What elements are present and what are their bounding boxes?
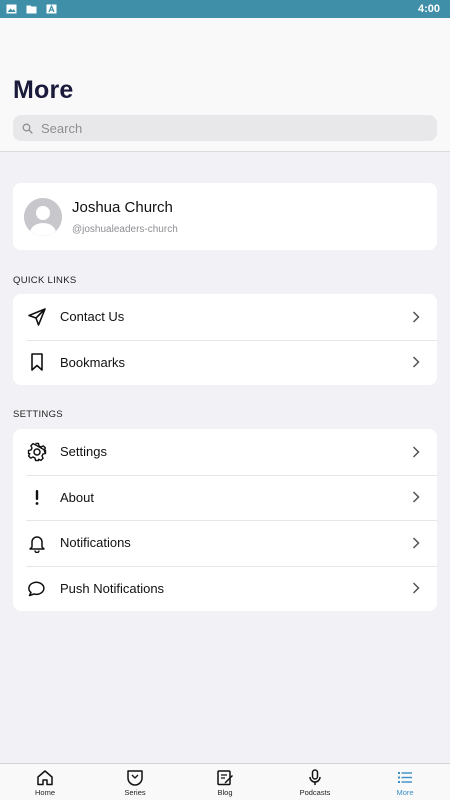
settings-heading: SETTINGS (13, 409, 63, 420)
row-label: Bookmarks (60, 354, 126, 370)
quick-links-card: Contact Us Bookmarks (13, 294, 437, 385)
contact-us-row[interactable]: Contact Us (13, 294, 437, 340)
tab-label: Blog (217, 788, 233, 797)
gear-icon (26, 441, 48, 463)
avatar (24, 197, 62, 236)
chevron-right-icon (412, 491, 420, 503)
series-icon (127, 770, 143, 786)
person-placeholder-icon (24, 197, 62, 236)
profile-handle: @joshualeaders-church (72, 223, 178, 235)
tab-podcasts[interactable]: Podcasts (270, 764, 360, 800)
tab-label: Home (34, 788, 55, 797)
status-bar: 4:00 (0, 0, 450, 18)
tab-label: Series (124, 788, 146, 797)
row-label: Push Notifications (60, 580, 165, 596)
tab-blog[interactable]: Blog (180, 764, 270, 800)
row-label: About (60, 489, 94, 505)
tab-home[interactable]: Home (0, 764, 90, 800)
exclamation-icon (26, 486, 48, 508)
tab-series[interactable]: Series (90, 764, 180, 800)
chevron-right-icon (412, 356, 420, 368)
about-row[interactable]: About (13, 474, 437, 521)
row-label: Notifications (60, 535, 131, 551)
send-icon (26, 306, 48, 328)
quick-links-heading: QUICK LINKS (13, 275, 77, 286)
row-label: Settings (60, 444, 107, 460)
profile-name: Joshua Church (72, 198, 173, 216)
bookmark-icon (26, 351, 48, 373)
header: More (0, 18, 450, 152)
chevron-right-icon (412, 582, 420, 594)
microphone-icon (309, 769, 321, 785)
chevron-right-icon (412, 537, 420, 549)
image-icon (6, 4, 17, 14)
tab-label: Podcasts (299, 788, 331, 797)
bookmarks-row[interactable]: Bookmarks (13, 339, 437, 386)
tab-bar: Home Series Blog Podcasts More (0, 763, 450, 800)
home-icon (37, 770, 53, 786)
page-title: More (13, 76, 74, 104)
settings-card: Settings About Notifications Push Notifi… (13, 429, 437, 611)
blog-icon (217, 770, 233, 786)
search-bar[interactable] (13, 115, 437, 141)
status-time: 4:00 (417, 3, 440, 15)
profile-card[interactable]: Joshua Church @joshualeaders-church (13, 183, 437, 250)
settings-row[interactable]: Settings (13, 429, 437, 475)
notifications-row[interactable]: Notifications (13, 520, 437, 566)
search-input[interactable] (41, 120, 421, 136)
chevron-right-icon (412, 446, 420, 458)
text-a-icon (46, 4, 57, 14)
push-notifications-row[interactable]: Push Notifications (13, 565, 437, 612)
search-icon (22, 123, 33, 134)
bell-icon (26, 532, 48, 554)
row-label: Contact Us (60, 309, 125, 325)
tab-more[interactable]: More (360, 764, 450, 800)
chevron-right-icon (412, 311, 420, 323)
folder-icon (26, 5, 37, 14)
list-icon (398, 772, 412, 783)
tab-label: More (396, 788, 414, 797)
speech-bubble-icon (26, 577, 48, 599)
